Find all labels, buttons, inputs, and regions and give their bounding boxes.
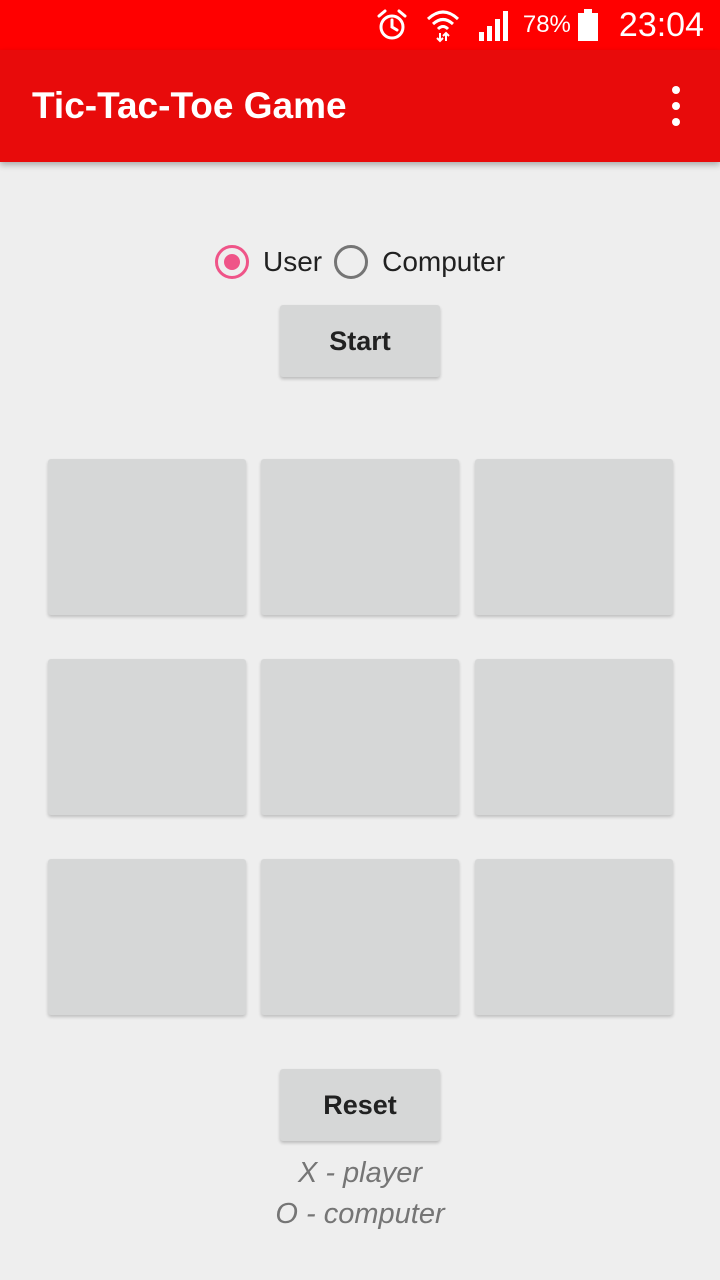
legend-x-player: X - player bbox=[297, 1157, 423, 1189]
app-title: Tic-Tac-Toe Game bbox=[32, 85, 347, 126]
radio-computer-label: Computer bbox=[382, 246, 506, 277]
board-cell-r2c1[interactable] bbox=[48, 659, 246, 815]
status-icons: 78% 23:04 bbox=[375, 0, 704, 50]
radio-computer[interactable]: Computer bbox=[334, 245, 505, 279]
battery-percent: 78% bbox=[522, 11, 571, 38]
reset-button[interactable]: Reset bbox=[280, 1069, 440, 1141]
board-cell-r3c2[interactable] bbox=[261, 859, 459, 1015]
radio-unchecked-icon bbox=[334, 245, 369, 279]
radio-checked-icon bbox=[214, 245, 249, 279]
battery-icon bbox=[577, 8, 599, 42]
board-cell-r2c3[interactable] bbox=[475, 659, 673, 815]
alarm-icon bbox=[375, 8, 409, 42]
board-cell-r1c3[interactable] bbox=[475, 459, 673, 615]
first-player-radio-group: User Computer bbox=[0, 240, 720, 284]
status-time: 23:04 bbox=[618, 5, 704, 44]
board-cell-r3c3[interactable] bbox=[475, 859, 673, 1015]
board-cell-r1c1[interactable] bbox=[48, 459, 246, 615]
cell-signal-icon bbox=[477, 8, 511, 42]
app-bar: Tic-Tac-Toe Game bbox=[0, 50, 720, 162]
board-cell-r1c2[interactable] bbox=[261, 459, 459, 615]
start-button[interactable]: Start bbox=[280, 305, 440, 377]
overflow-menu-icon[interactable] bbox=[660, 86, 692, 126]
wifi-icon bbox=[425, 7, 461, 43]
radio-user[interactable]: User bbox=[214, 245, 323, 279]
board-cell-r2c2[interactable] bbox=[261, 659, 459, 815]
status-bar: 78% 23:04 bbox=[0, 0, 720, 50]
legend-o-computer: O - computer bbox=[275, 1198, 445, 1230]
board-cell-r3c1[interactable] bbox=[48, 859, 246, 1015]
radio-user-label: User bbox=[262, 246, 323, 277]
